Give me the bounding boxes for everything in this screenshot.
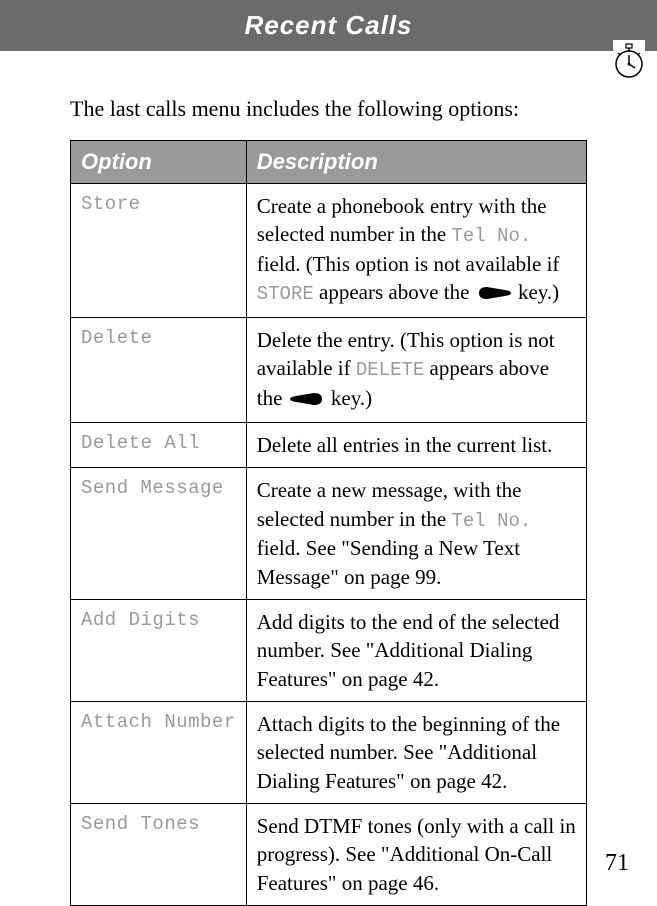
table-row: Send Tones Send DTMF tones (only with a … bbox=[71, 804, 587, 906]
page-number: 71 bbox=[605, 850, 629, 877]
desc-text: appears above the bbox=[314, 280, 475, 304]
option-cell: Delete bbox=[71, 317, 247, 422]
option-cell: Store bbox=[71, 184, 247, 318]
table-header-row: Option Description bbox=[71, 141, 587, 184]
desc-text: key.) bbox=[326, 386, 372, 410]
description-cell: Attach digits to the beginning of the se… bbox=[246, 702, 586, 804]
header-bar: Recent Calls bbox=[0, 0, 657, 51]
option-cell: Add Digits bbox=[71, 600, 247, 702]
table-row: Delete All Delete all entries in the cur… bbox=[71, 423, 587, 468]
option-cell: Send Message bbox=[71, 468, 247, 600]
header-description: Description bbox=[246, 141, 586, 184]
mono-text: Tel No. bbox=[452, 225, 532, 247]
table-row: Send Message Create a new message, with … bbox=[71, 468, 587, 600]
header-title: Recent Calls bbox=[244, 10, 412, 40]
option-cell: Attach Number bbox=[71, 702, 247, 804]
table-row: Add Digits Add digits to the end of the … bbox=[71, 600, 587, 702]
desc-text: field. See "Sending a New Text Message" … bbox=[257, 536, 520, 588]
options-table: Option Description Store Create a phoneb… bbox=[70, 140, 587, 906]
table-row: Attach Number Attach digits to the begin… bbox=[71, 702, 587, 804]
description-cell: Delete all entries in the current list. bbox=[246, 423, 586, 468]
description-cell: Send DTMF tones (only with a call in pro… bbox=[246, 804, 586, 906]
description-cell: Create a new message, with the selected … bbox=[246, 468, 586, 600]
softkey-left-icon bbox=[290, 386, 324, 414]
header-option: Option bbox=[71, 141, 247, 184]
table-row: Delete Delete the entry. (This option is… bbox=[71, 317, 587, 422]
mono-text: STORE bbox=[257, 283, 314, 305]
option-cell: Delete All bbox=[71, 423, 247, 468]
table-row: Store Create a phonebook entry with the … bbox=[71, 184, 587, 318]
desc-text: field. (This option is not available if bbox=[257, 252, 560, 276]
description-cell: Delete the entry. (This option is not av… bbox=[246, 317, 586, 422]
stopwatch-icon bbox=[613, 40, 645, 80]
mono-text: Tel No. bbox=[452, 510, 532, 532]
intro-text: The last calls menu includes the followi… bbox=[70, 96, 587, 122]
mono-text: DELETE bbox=[356, 359, 424, 381]
content-area: The last calls menu includes the followi… bbox=[0, 51, 657, 906]
description-cell: Add digits to the end of the selected nu… bbox=[246, 600, 586, 702]
description-cell: Create a phonebook entry with the select… bbox=[246, 184, 586, 318]
desc-text: key.) bbox=[513, 280, 559, 304]
softkey-right-icon bbox=[477, 280, 511, 308]
option-cell: Send Tones bbox=[71, 804, 247, 906]
